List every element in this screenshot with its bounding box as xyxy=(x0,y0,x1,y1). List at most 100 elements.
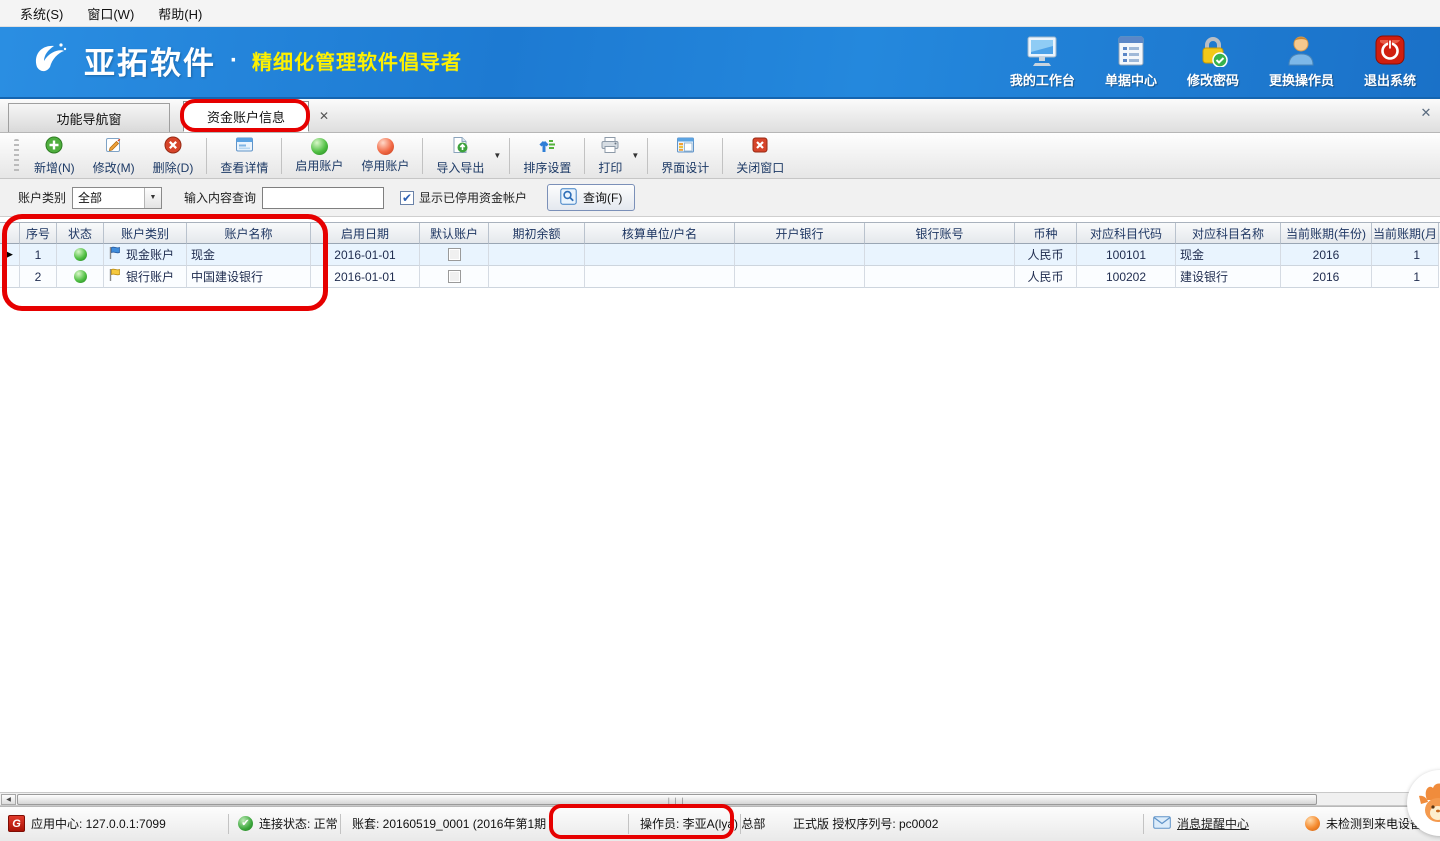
disable-account-label: 停用账户 xyxy=(361,157,409,174)
col-header-currency[interactable]: 币种 xyxy=(1015,223,1077,244)
sort-settings-button[interactable]: 排序设置 xyxy=(514,135,580,177)
col-header-unit-name[interactable]: 核算单位/户名 xyxy=(585,223,735,244)
exit-system-button[interactable]: 退出系统 xyxy=(1354,33,1426,91)
device-status-text: 未检测到来电设备 xyxy=(1326,815,1422,832)
workbench-button[interactable]: 我的工作台 xyxy=(1000,33,1085,91)
cell-category-text: 现金账户 xyxy=(126,246,174,263)
enable-account-button[interactable]: 启用账户 xyxy=(286,135,352,177)
operator-status: 操作员: 李亚A(lya) 总部 xyxy=(640,815,765,832)
menu-system[interactable]: 系统(S) xyxy=(8,0,75,27)
brand-tagline: 精细化管理软件倡导者 xyxy=(252,46,462,75)
toolbar-grip[interactable] xyxy=(14,139,19,173)
operator-text: 操作员: 李亚A(lya) 总部 xyxy=(640,815,765,832)
close-window-button[interactable]: 关闭窗口 xyxy=(727,135,793,177)
license-text: 正式版 授权序列号: pc0002 xyxy=(793,815,938,832)
cell-period-month: 1 xyxy=(1372,266,1439,288)
col-header-status[interactable]: 状态 xyxy=(57,223,104,244)
chevron-down-icon[interactable]: ▼ xyxy=(144,188,161,208)
delete-button[interactable]: 删除(D) xyxy=(144,135,203,177)
col-header-subject-name[interactable]: 对应科目名称 xyxy=(1176,223,1281,244)
table-row[interactable]: 2 银行账户 中国建设银行 2016-01-01 人民币 100202 建设银行… xyxy=(0,266,1440,288)
tab-function-navigator[interactable]: 功能导航窗 xyxy=(8,103,170,132)
print-icon xyxy=(600,136,620,157)
col-header-seq[interactable]: 序号 xyxy=(20,223,57,244)
close-window-label: 关闭窗口 xyxy=(736,159,784,176)
print-dropdown-icon[interactable]: ▼ xyxy=(631,151,639,160)
col-header-gutter xyxy=(0,223,20,244)
banner-actions: 我的工作台 单据中心 xyxy=(1000,33,1426,91)
license-status: 正式版 授权序列号: pc0002 xyxy=(793,815,938,832)
query-button[interactable]: 查询(F) xyxy=(547,184,635,211)
table-row[interactable]: ▶ 1 现金账户 现金 2016-01-01 人民币 100101 现金 201… xyxy=(0,244,1440,266)
switch-operator-button[interactable]: 更换操作员 xyxy=(1259,33,1344,91)
tab-close-icon[interactable]: ✕ xyxy=(316,108,332,124)
col-header-start-date[interactable]: 启用日期 xyxy=(311,223,420,244)
menu-help[interactable]: 帮助(H) xyxy=(146,0,214,27)
filter-bar: 账户类别 全部 ▼ 输入内容查询 ✔ 显示已停用资金帐户 查询(F) xyxy=(0,179,1440,217)
toolbar-separator xyxy=(584,138,585,174)
tabstrip-close-icon[interactable]: ✕ xyxy=(1418,105,1434,121)
cell-bank-account xyxy=(865,244,1015,266)
brand-name: 亚拓软件 xyxy=(84,38,216,83)
cell-currency: 人民币 xyxy=(1015,266,1077,288)
print-button[interactable]: 打印 xyxy=(589,135,631,177)
toolbar-separator xyxy=(206,138,207,174)
app-banner: 亚拓软件 · 精细化管理软件倡导者 我的工作台 xyxy=(0,27,1440,97)
category-select[interactable]: 全部 ▼ xyxy=(72,187,162,209)
tab-fund-account-info[interactable]: 资金账户信息 xyxy=(183,101,309,132)
cell-category: 现金账户 xyxy=(104,244,187,266)
col-header-default[interactable]: 默认账户 xyxy=(420,223,489,244)
disable-account-button[interactable]: 停用账户 xyxy=(352,135,418,177)
status-separator xyxy=(340,814,341,834)
edit-label: 修改(M) xyxy=(93,159,135,176)
show-disabled-checkbox[interactable]: ✔ 显示已停用资金帐户 xyxy=(400,189,533,206)
scrollbar-thumb[interactable]: ❘❘❘ xyxy=(17,794,1317,805)
message-center-text[interactable]: 消息提醒中心 xyxy=(1177,815,1249,832)
import-export-button[interactable]: 导入导出 xyxy=(427,135,493,177)
connection-text: 连接状态: 正常 xyxy=(259,815,338,832)
col-header-bank[interactable]: 开户银行 xyxy=(735,223,865,244)
import-export-icon xyxy=(451,136,469,157)
ui-design-button[interactable]: 界面设计 xyxy=(652,135,718,177)
cell-category-text: 银行账户 xyxy=(126,268,174,285)
cell-seq: 2 xyxy=(20,266,57,288)
col-header-category[interactable]: 账户类别 xyxy=(104,223,187,244)
col-header-opening-balance[interactable]: 期初余额 xyxy=(489,223,585,244)
menu-window[interactable]: 窗口(W) xyxy=(75,0,146,27)
add-button[interactable]: 新增(N) xyxy=(25,135,84,177)
add-label: 新增(N) xyxy=(34,159,75,176)
search-input[interactable] xyxy=(262,187,384,209)
cell-name: 现金 xyxy=(187,244,311,266)
checkbox-checked-icon: ✔ xyxy=(400,191,414,205)
status-separator xyxy=(740,814,741,834)
col-header-bank-account[interactable]: 银行账号 xyxy=(865,223,1015,244)
cell-opening-balance xyxy=(489,266,585,288)
change-password-button[interactable]: 修改密码 xyxy=(1177,33,1249,91)
sort-settings-icon xyxy=(538,136,556,157)
message-center-link[interactable]: 消息提醒中心 xyxy=(1153,815,1249,832)
status-bar: G 应用中心: 127.0.0.1:7099 ✔ 连接状态: 正常 账套: 20… xyxy=(0,806,1440,841)
cell-bank xyxy=(735,266,865,288)
scroll-left-icon[interactable]: ◀ xyxy=(1,794,16,805)
col-header-subject-code[interactable]: 对应科目代码 xyxy=(1077,223,1176,244)
checkbox-unchecked-icon[interactable] xyxy=(448,248,461,261)
edit-button[interactable]: 修改(M) xyxy=(84,135,144,177)
monitor-icon xyxy=(1024,35,1060,67)
view-details-button[interactable]: 查看详情 xyxy=(211,135,277,177)
horizontal-scrollbar[interactable]: ◀ ❘❘❘ xyxy=(0,792,1440,806)
search-label: 输入内容查询 xyxy=(184,189,256,206)
import-export-label: 导入导出 xyxy=(436,159,484,176)
document-center-button[interactable]: 单据中心 xyxy=(1095,33,1167,91)
import-export-dropdown-icon[interactable]: ▼ xyxy=(493,151,501,160)
cell-status xyxy=(57,266,104,288)
checkbox-unchecked-icon[interactable] xyxy=(448,270,461,283)
edit-icon xyxy=(105,136,123,157)
close-window-icon xyxy=(751,136,769,157)
col-header-period-year[interactable]: 当前账期(年份) xyxy=(1281,223,1372,244)
cell-subject-name: 建设银行 xyxy=(1176,266,1281,288)
col-header-name[interactable]: 账户名称 xyxy=(187,223,311,244)
document-list-icon xyxy=(1114,35,1148,67)
app-center-status: G 应用中心: 127.0.0.1:7099 xyxy=(8,815,166,832)
col-header-period-month[interactable]: 当前账期(月 xyxy=(1372,223,1439,244)
delete-icon xyxy=(164,136,182,157)
